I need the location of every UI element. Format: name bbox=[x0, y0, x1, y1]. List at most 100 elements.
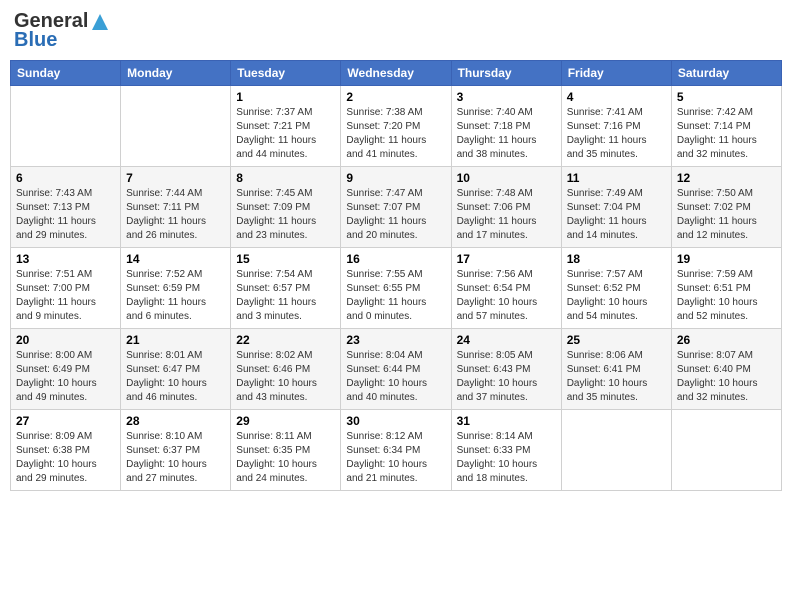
sunrise-label: Sunrise: 8:06 AM bbox=[567, 350, 643, 361]
calendar-cell: 19 Sunrise: 7:59 AM Sunset: 6:51 PM Dayl… bbox=[671, 248, 781, 329]
calendar-cell: 21 Sunrise: 8:01 AM Sunset: 6:47 PM Dayl… bbox=[121, 329, 231, 410]
day-info: Sunrise: 7:49 AM Sunset: 7:04 PM Dayligh… bbox=[567, 187, 666, 243]
day-info: Sunrise: 7:54 AM Sunset: 6:57 PM Dayligh… bbox=[236, 268, 335, 324]
calendar-cell: 12 Sunrise: 7:50 AM Sunset: 7:02 PM Dayl… bbox=[671, 167, 781, 248]
day-info: Sunrise: 7:47 AM Sunset: 7:07 PM Dayligh… bbox=[346, 187, 445, 243]
calendar-week-1: 1 Sunrise: 7:37 AM Sunset: 7:21 PM Dayli… bbox=[11, 86, 782, 167]
calendar-cell: 18 Sunrise: 7:57 AM Sunset: 6:52 PM Dayl… bbox=[561, 248, 671, 329]
daylight-label: Daylight: 10 hours and 57 minutes. bbox=[457, 297, 538, 322]
daylight-label: Daylight: 11 hours and 44 minutes. bbox=[236, 135, 316, 160]
sunrise-label: Sunrise: 7:49 AM bbox=[567, 188, 643, 199]
daylight-label: Daylight: 10 hours and 24 minutes. bbox=[236, 459, 317, 484]
day-number: 13 bbox=[16, 252, 115, 266]
calendar-cell: 16 Sunrise: 7:55 AM Sunset: 6:55 PM Dayl… bbox=[341, 248, 451, 329]
sunset-label: Sunset: 6:57 PM bbox=[236, 283, 310, 294]
sunset-label: Sunset: 7:04 PM bbox=[567, 202, 641, 213]
daylight-label: Daylight: 11 hours and 0 minutes. bbox=[346, 297, 426, 322]
calendar-cell: 13 Sunrise: 7:51 AM Sunset: 7:00 PM Dayl… bbox=[11, 248, 121, 329]
logo: General Blue bbox=[14, 10, 110, 52]
day-info: Sunrise: 8:12 AM Sunset: 6:34 PM Dayligh… bbox=[346, 430, 445, 486]
day-info: Sunrise: 7:38 AM Sunset: 7:20 PM Dayligh… bbox=[346, 106, 445, 162]
calendar-cell: 15 Sunrise: 7:54 AM Sunset: 6:57 PM Dayl… bbox=[231, 248, 341, 329]
calendar-cell: 10 Sunrise: 7:48 AM Sunset: 7:06 PM Dayl… bbox=[451, 167, 561, 248]
day-info: Sunrise: 7:50 AM Sunset: 7:02 PM Dayligh… bbox=[677, 187, 776, 243]
calendar-cell bbox=[561, 410, 671, 491]
calendar-cell: 27 Sunrise: 8:09 AM Sunset: 6:38 PM Dayl… bbox=[11, 410, 121, 491]
sunrise-label: Sunrise: 7:38 AM bbox=[346, 107, 422, 118]
daylight-label: Daylight: 11 hours and 20 minutes. bbox=[346, 216, 426, 241]
day-number: 16 bbox=[346, 252, 445, 266]
calendar-cell: 8 Sunrise: 7:45 AM Sunset: 7:09 PM Dayli… bbox=[231, 167, 341, 248]
calendar-cell: 2 Sunrise: 7:38 AM Sunset: 7:20 PM Dayli… bbox=[341, 86, 451, 167]
day-number: 25 bbox=[567, 333, 666, 347]
daylight-label: Daylight: 11 hours and 32 minutes. bbox=[677, 135, 757, 160]
daylight-label: Daylight: 10 hours and 40 minutes. bbox=[346, 378, 427, 403]
sunset-label: Sunset: 6:43 PM bbox=[457, 364, 531, 375]
day-info: Sunrise: 7:51 AM Sunset: 7:00 PM Dayligh… bbox=[16, 268, 115, 324]
sunset-label: Sunset: 6:38 PM bbox=[16, 445, 90, 456]
calendar-cell: 26 Sunrise: 8:07 AM Sunset: 6:40 PM Dayl… bbox=[671, 329, 781, 410]
sunset-label: Sunset: 7:02 PM bbox=[677, 202, 751, 213]
calendar-week-4: 20 Sunrise: 8:00 AM Sunset: 6:49 PM Dayl… bbox=[11, 329, 782, 410]
sunrise-label: Sunrise: 7:43 AM bbox=[16, 188, 92, 199]
day-info: Sunrise: 7:48 AM Sunset: 7:06 PM Dayligh… bbox=[457, 187, 556, 243]
calendar-cell: 23 Sunrise: 8:04 AM Sunset: 6:44 PM Dayl… bbox=[341, 329, 451, 410]
daylight-label: Daylight: 11 hours and 41 minutes. bbox=[346, 135, 426, 160]
calendar-week-3: 13 Sunrise: 7:51 AM Sunset: 7:00 PM Dayl… bbox=[11, 248, 782, 329]
day-info: Sunrise: 8:02 AM Sunset: 6:46 PM Dayligh… bbox=[236, 349, 335, 405]
sunset-label: Sunset: 6:44 PM bbox=[346, 364, 420, 375]
day-info: Sunrise: 7:41 AM Sunset: 7:16 PM Dayligh… bbox=[567, 106, 666, 162]
sunrise-label: Sunrise: 8:14 AM bbox=[457, 431, 533, 442]
day-number: 22 bbox=[236, 333, 335, 347]
day-info: Sunrise: 7:59 AM Sunset: 6:51 PM Dayligh… bbox=[677, 268, 776, 324]
calendar-cell: 29 Sunrise: 8:11 AM Sunset: 6:35 PM Dayl… bbox=[231, 410, 341, 491]
day-number: 27 bbox=[16, 414, 115, 428]
day-number: 2 bbox=[346, 90, 445, 104]
day-info: Sunrise: 7:44 AM Sunset: 7:11 PM Dayligh… bbox=[126, 187, 225, 243]
daylight-label: Daylight: 11 hours and 6 minutes. bbox=[126, 297, 206, 322]
day-number: 18 bbox=[567, 252, 666, 266]
sunset-label: Sunset: 6:59 PM bbox=[126, 283, 200, 294]
day-number: 3 bbox=[457, 90, 556, 104]
weekday-header-friday: Friday bbox=[561, 61, 671, 86]
sunrise-label: Sunrise: 7:45 AM bbox=[236, 188, 312, 199]
day-info: Sunrise: 8:11 AM Sunset: 6:35 PM Dayligh… bbox=[236, 430, 335, 486]
day-info: Sunrise: 8:05 AM Sunset: 6:43 PM Dayligh… bbox=[457, 349, 556, 405]
sunrise-label: Sunrise: 7:56 AM bbox=[457, 269, 533, 280]
calendar-table: SundayMondayTuesdayWednesdayThursdayFrid… bbox=[10, 60, 782, 491]
day-info: Sunrise: 8:06 AM Sunset: 6:41 PM Dayligh… bbox=[567, 349, 666, 405]
daylight-label: Daylight: 11 hours and 12 minutes. bbox=[677, 216, 757, 241]
sunset-label: Sunset: 7:06 PM bbox=[457, 202, 531, 213]
day-number: 11 bbox=[567, 171, 666, 185]
weekday-header-thursday: Thursday bbox=[451, 61, 561, 86]
calendar-week-5: 27 Sunrise: 8:09 AM Sunset: 6:38 PM Dayl… bbox=[11, 410, 782, 491]
sunrise-label: Sunrise: 8:12 AM bbox=[346, 431, 422, 442]
day-number: 1 bbox=[236, 90, 335, 104]
calendar-cell: 28 Sunrise: 8:10 AM Sunset: 6:37 PM Dayl… bbox=[121, 410, 231, 491]
sunset-label: Sunset: 6:41 PM bbox=[567, 364, 641, 375]
weekday-header-sunday: Sunday bbox=[11, 61, 121, 86]
daylight-label: Daylight: 11 hours and 38 minutes. bbox=[457, 135, 537, 160]
day-info: Sunrise: 8:01 AM Sunset: 6:47 PM Dayligh… bbox=[126, 349, 225, 405]
day-info: Sunrise: 7:37 AM Sunset: 7:21 PM Dayligh… bbox=[236, 106, 335, 162]
sunset-label: Sunset: 6:34 PM bbox=[346, 445, 420, 456]
sunset-label: Sunset: 6:46 PM bbox=[236, 364, 310, 375]
sunrise-label: Sunrise: 7:50 AM bbox=[677, 188, 753, 199]
sunset-label: Sunset: 7:20 PM bbox=[346, 121, 420, 132]
daylight-label: Daylight: 10 hours and 29 minutes. bbox=[16, 459, 97, 484]
page-header: General Blue bbox=[10, 10, 782, 52]
sunrise-label: Sunrise: 7:57 AM bbox=[567, 269, 643, 280]
sunset-label: Sunset: 7:14 PM bbox=[677, 121, 751, 132]
sunrise-label: Sunrise: 8:05 AM bbox=[457, 350, 533, 361]
day-number: 20 bbox=[16, 333, 115, 347]
sunset-label: Sunset: 6:47 PM bbox=[126, 364, 200, 375]
calendar-header-row: SundayMondayTuesdayWednesdayThursdayFrid… bbox=[11, 61, 782, 86]
calendar-cell: 7 Sunrise: 7:44 AM Sunset: 7:11 PM Dayli… bbox=[121, 167, 231, 248]
day-number: 23 bbox=[346, 333, 445, 347]
day-number: 17 bbox=[457, 252, 556, 266]
day-info: Sunrise: 8:07 AM Sunset: 6:40 PM Dayligh… bbox=[677, 349, 776, 405]
day-info: Sunrise: 7:45 AM Sunset: 7:09 PM Dayligh… bbox=[236, 187, 335, 243]
calendar-cell: 14 Sunrise: 7:52 AM Sunset: 6:59 PM Dayl… bbox=[121, 248, 231, 329]
daylight-label: Daylight: 11 hours and 9 minutes. bbox=[16, 297, 96, 322]
weekday-header-monday: Monday bbox=[121, 61, 231, 86]
